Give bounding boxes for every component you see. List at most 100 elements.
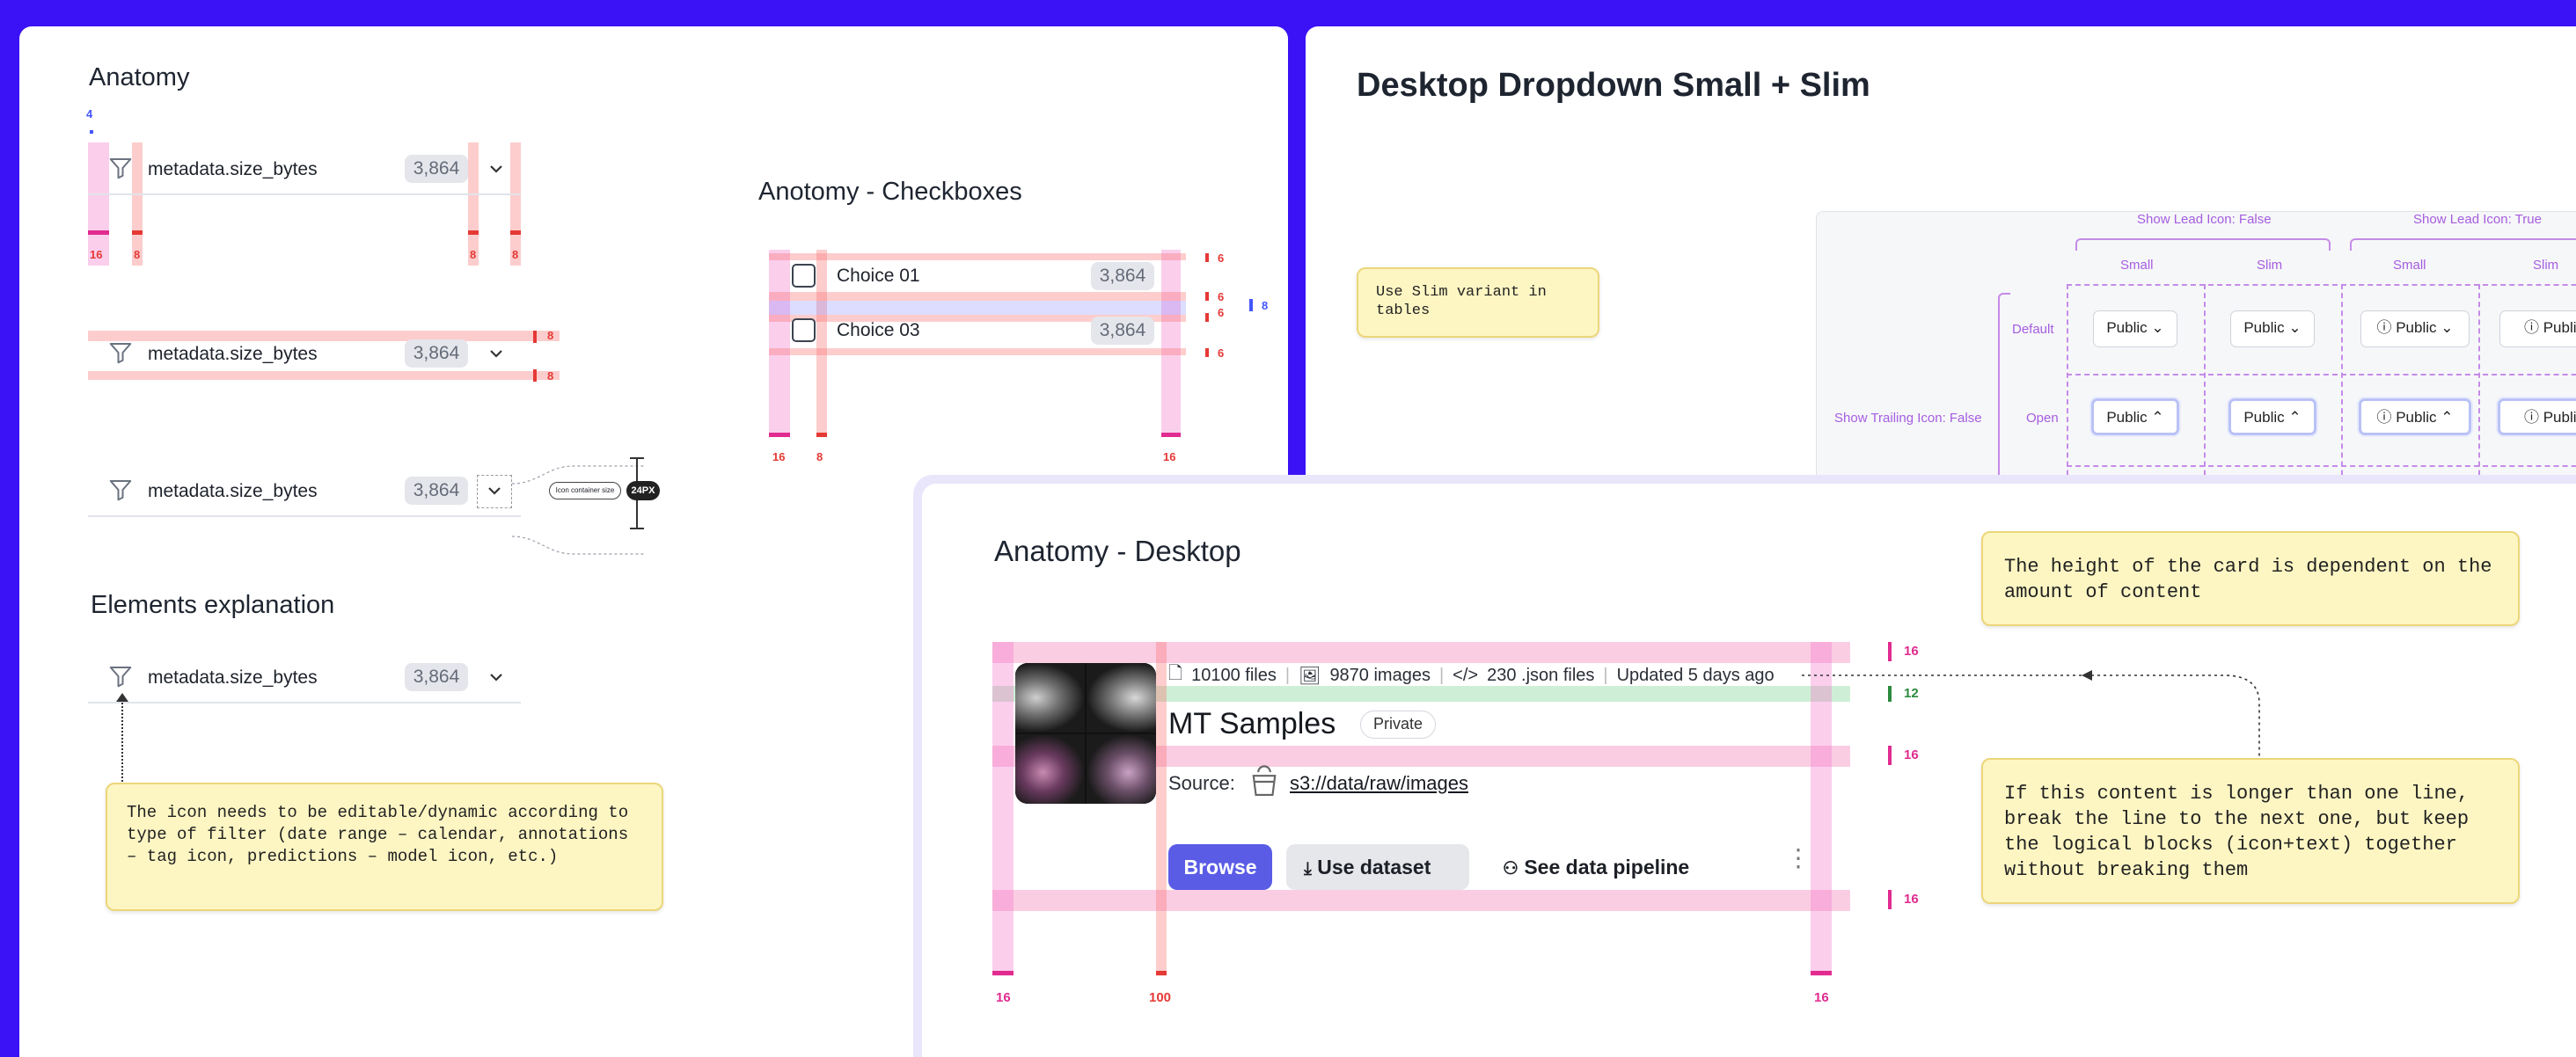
chevron-up-icon: ⌃ (2151, 409, 2164, 426)
tick (468, 230, 479, 235)
pad-top (992, 642, 1850, 663)
lead-false-label: Show Lead Icon: False (2137, 212, 2272, 227)
json-count: 230 .json files (1487, 665, 1595, 685)
size-badge: 24PX (626, 481, 660, 500)
chevron-down-icon[interactable] (486, 158, 507, 179)
tick (1888, 890, 1892, 909)
image-icon: 🖼 (1299, 666, 1321, 686)
note-slim: Use Slim variant in tables (1357, 267, 1599, 338)
source-link[interactable]: s3://data/raw/images (1290, 772, 1468, 795)
bucket-icon (1252, 765, 1277, 797)
info-icon: ⓘ (2523, 319, 2539, 336)
pad-right (1161, 250, 1181, 436)
divider (88, 515, 521, 517)
dd-label: Public (2543, 319, 2576, 336)
updated-text: Updated 5 days ago (1616, 665, 1775, 685)
chevron-up-icon: ⌃ (2441, 409, 2454, 426)
note-text: Use Slim variant in tables (1376, 284, 1547, 319)
measure-6: 6 (1218, 251, 1225, 265)
measure-16: 16 (1163, 450, 1176, 463)
count-badge: 3,864 (405, 477, 468, 505)
chevron-down-icon[interactable] (486, 667, 507, 688)
filter-label: metadata.size_bytes (148, 667, 318, 688)
meta-row: 🗋 10100 files | 🖼 9870 images | </> 230 … (1168, 663, 1775, 688)
dropdown-slim-open[interactable]: Public ⌃ (2228, 398, 2316, 435)
dd-label: Public (2106, 319, 2148, 336)
tooltip-text: Icon container size (555, 486, 615, 494)
row-open: Open (2026, 411, 2059, 426)
gap-mid (769, 292, 1186, 301)
choice-1-label: Choice 01 (837, 266, 920, 286)
right-title: Desktop Dropdown Small + Slim (1357, 67, 1870, 104)
measure-6: 6 (1218, 346, 1225, 360)
col-small: Small (2393, 258, 2426, 273)
images-count: 9870 images (1329, 665, 1431, 685)
filter-label: metadata.size_bytes (148, 159, 318, 179)
measure-8: 8 (547, 329, 554, 342)
checkbox-choice-1[interactable] (792, 264, 816, 288)
tick (533, 369, 537, 382)
note-connector (1802, 670, 2260, 756)
row-gap (769, 301, 1186, 315)
measure-16: 16 (996, 990, 1011, 1005)
dropdown-small-lead-open[interactable]: ⓘ Public ⌃ (2359, 398, 2471, 435)
trailing-false: Show Trailing Icon: False (1834, 411, 1982, 426)
browse-button[interactable]: Browse (1168, 844, 1272, 890)
tick (1888, 642, 1892, 661)
chevron-down-icon[interactable] (484, 480, 505, 501)
more-icon[interactable]: ⋮ (1786, 846, 1811, 885)
tick (88, 230, 109, 235)
bracket (2075, 238, 2331, 251)
checkbox-title: Anotomy - Checkboxes (758, 178, 1022, 206)
tick (1811, 971, 1832, 975)
see-pipeline-button[interactable]: ⚇ See data pipeline (1492, 844, 1721, 890)
count-badge: 3,864 (1091, 262, 1154, 290)
dropdown-small-default[interactable]: Public ⌄ (2093, 310, 2177, 347)
count-badge: 3,864 (405, 155, 468, 183)
pad-bottom (992, 890, 1850, 911)
dd-label: Public (2543, 409, 2576, 426)
measure-8: 8 (512, 248, 519, 261)
thumb-col (1156, 642, 1167, 976)
tooltip-pill: Icon container size (549, 482, 621, 499)
pipeline-icon: ⚇ (1503, 859, 1519, 878)
padding-left (88, 142, 109, 266)
use-dataset-button[interactable]: ⤓ Use dataset (1286, 844, 1469, 890)
col-slim: Slim (2533, 258, 2559, 273)
dropdown-slim-lead-default[interactable]: ⓘ Public (2499, 310, 2576, 347)
dropdown-small-open[interactable]: Public ⌃ (2091, 398, 2179, 435)
code-icon: </> (1453, 665, 1479, 685)
dataset-name[interactable]: MT Samples (1168, 707, 1336, 741)
chevron-down-icon[interactable] (486, 343, 507, 364)
browse-label: Browse (1183, 856, 1257, 878)
elements-title: Elements explanation (91, 591, 335, 619)
dropdown-slim-lead-open[interactable]: ⓘ Public (2498, 398, 2576, 435)
tick (1249, 299, 1253, 311)
anatomy-title: Anatomy (89, 63, 190, 91)
measure-16: 16 (1814, 990, 1829, 1005)
chevron-up-icon: ⌃ (2288, 409, 2302, 426)
download-icon: ⤓ (1304, 859, 1312, 878)
dropdown-slim-default[interactable]: Public ⌄ (2230, 310, 2315, 347)
gap-badge-chevron (468, 142, 479, 266)
tick (1205, 313, 1209, 322)
checkbox-choice-3[interactable] (792, 318, 816, 342)
measure-16: 16 (1904, 892, 1919, 907)
note-text: The height of the card is dependent on t… (2004, 556, 2492, 603)
grid-line (2067, 465, 2576, 467)
measure-8: 8 (547, 369, 554, 383)
filter-label: metadata.size_bytes (148, 481, 318, 501)
dd-label: Public (2243, 319, 2285, 336)
tick (132, 230, 143, 235)
measure-100: 100 (1149, 990, 1172, 1005)
measure-16: 16 (1904, 644, 1919, 659)
gap (816, 250, 827, 436)
tick (769, 433, 790, 437)
count-badge: 3,864 (405, 663, 468, 691)
dd-label: Public (2106, 409, 2148, 426)
dropdown-small-lead-default[interactable]: ⓘ Public ⌄ (2360, 310, 2470, 347)
filter-label: metadata.size_bytes (148, 344, 318, 364)
measure-8: 8 (470, 248, 477, 261)
arrow-head (116, 693, 128, 702)
pad-top (769, 253, 1186, 260)
